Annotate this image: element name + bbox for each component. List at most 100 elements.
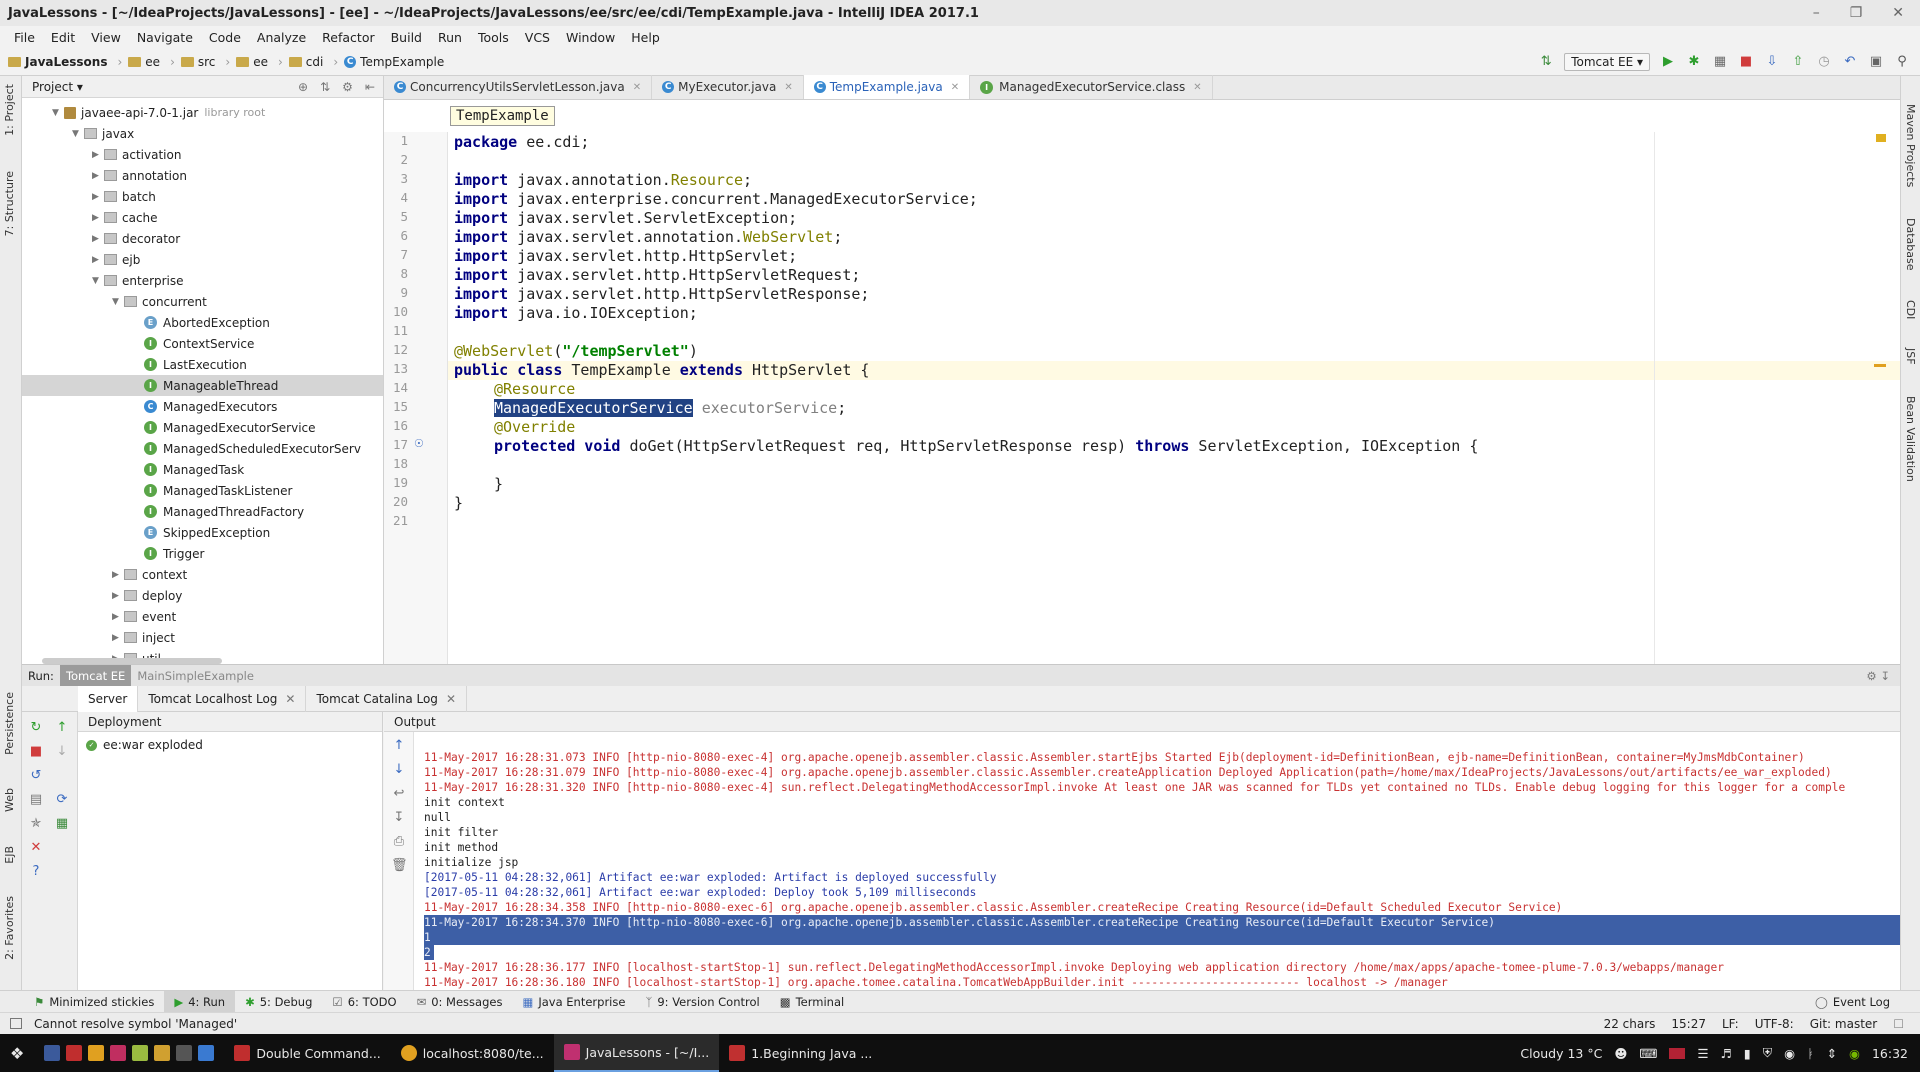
tool-event-log[interactable]: ◯ Event Log — [1805, 991, 1920, 1013]
menu-edit[interactable]: Edit — [43, 30, 83, 45]
close-tab-icon[interactable]: ✕ — [1193, 82, 1201, 93]
tab-tomcat-catalina-log[interactable]: Tomcat Catalina Log ✕ — [306, 685, 467, 712]
coverage-icon[interactable]: ▦ — [1712, 54, 1728, 70]
menu-build[interactable]: Build — [383, 30, 430, 45]
line-separator[interactable]: LF: — [1722, 1017, 1739, 1031]
tree-node[interactable]: ▼ enterprise — [92, 270, 184, 291]
tool-maven-projects[interactable]: Maven Projects — [1904, 104, 1917, 187]
clear-icon[interactable]: 🗑 — [391, 858, 408, 874]
menu-code[interactable]: Code — [201, 30, 249, 45]
code-area[interactable]: package ee.cdi; import javax.annotation.… — [454, 132, 1834, 664]
tool-web[interactable]: Web — [3, 788, 16, 812]
tree-node[interactable]: ▶ inject — [112, 627, 175, 648]
vcs-commit-icon[interactable]: ⇧ — [1790, 54, 1806, 70]
tool-jsf[interactable]: JSF — [1904, 348, 1917, 365]
tree-node[interactable]: I ManagedTask — [144, 459, 244, 480]
menu-window[interactable]: Window — [558, 30, 623, 45]
close-tab-icon[interactable]: ✕ — [784, 82, 792, 93]
language-flag-icon[interactable] — [1669, 1047, 1686, 1059]
tree-node[interactable]: ▶ activation — [92, 144, 181, 165]
tool-favorites[interactable]: 2: Favorites — [3, 896, 16, 960]
tree-node[interactable]: I Trigger — [144, 543, 204, 564]
volume-icon[interactable]: ♬ — [1721, 1046, 1732, 1061]
stop-icon[interactable]: ■ — [1738, 54, 1754, 70]
tree-node[interactable]: ▶ event — [112, 606, 176, 627]
error-stripe-marker[interactable] — [1874, 364, 1886, 367]
close-tab-icon[interactable]: ✕ — [285, 692, 295, 706]
tree-node[interactable]: I ManagedThreadFactory — [144, 501, 304, 522]
tree-node[interactable]: ▼ javaee-api-7.0-1.jar library root — [52, 102, 265, 123]
project-view-selector[interactable]: Project ▾ — [32, 80, 83, 94]
tree-node[interactable]: ▶ context — [112, 564, 187, 585]
tool-persistence[interactable]: Persistence — [3, 692, 16, 755]
restore-icon[interactable]: ❐ — [1850, 5, 1863, 21]
layout-icon[interactable]: ▤ — [28, 792, 44, 808]
tree-node[interactable]: I ContextService — [144, 333, 254, 354]
run-icon[interactable]: ▶ — [1660, 54, 1676, 70]
rerun-icon[interactable]: ↻ — [28, 720, 44, 736]
refresh-icon[interactable]: ⟳ — [54, 792, 70, 808]
tool-cdi[interactable]: CDI — [1904, 300, 1917, 319]
tool-ejb[interactable]: EJB — [3, 846, 16, 864]
breadcrumb-project[interactable]: JavaLessons — [8, 55, 111, 69]
gear-icon[interactable]: ⚙ — [342, 80, 353, 94]
class-crumb-popup[interactable]: TempExample — [450, 106, 555, 126]
breadcrumb-module[interactable]: ee — [128, 55, 164, 69]
debug-icon[interactable]: ✱ — [1686, 54, 1702, 70]
scroll-end-icon[interactable]: ↧ — [391, 810, 407, 826]
menu-analyze[interactable]: Analyze — [249, 30, 314, 45]
tree-node[interactable]: I ManagedTaskListener — [144, 480, 292, 501]
taskbar-item-browser[interactable]: localhost:8080/te... — [391, 1034, 554, 1072]
tool-debug[interactable]: ✱ 5: Debug — [235, 991, 322, 1013]
breadcrumb-src[interactable]: src — [180, 55, 220, 69]
tab-temp-example[interactable]: C TempExample.java ✕ — [803, 75, 971, 99]
tool-todo[interactable]: ☑ 6: TODO — [322, 991, 406, 1013]
artifact-icon[interactable]: ▦ — [54, 816, 70, 832]
bluetooth-icon[interactable]: ᛓ — [1807, 1046, 1815, 1061]
update-icon[interactable]: ↺ — [28, 768, 44, 784]
tree-node[interactable]: ▶ batch — [92, 186, 156, 207]
tool-minimized-stickies[interactable]: ⚑ Minimized stickies — [0, 991, 164, 1013]
tree-node[interactable]: ▼ javax — [72, 123, 134, 144]
app-launcher-icon[interactable] — [34, 1034, 224, 1072]
tool-structure[interactable]: 7: Structure — [3, 171, 16, 236]
user-icon[interactable]: ☻ — [1614, 1046, 1627, 1061]
soft-wrap-icon[interactable]: ↩ — [391, 786, 407, 802]
tab-managed-executor-service[interactable]: I ManagedExecutorService.class ✕ — [970, 75, 1213, 99]
close-tab-icon[interactable]: ✕ — [951, 82, 959, 93]
clock[interactable]: 16:32 — [1872, 1046, 1908, 1061]
taskbar-item-document[interactable]: 1.Beginning Java ... — [719, 1034, 882, 1072]
wifi-icon[interactable]: ☰ — [1697, 1046, 1708, 1061]
tree-node[interactable]: ▼ concurrent — [112, 291, 207, 312]
close-icon[interactable]: ✕ — [28, 840, 44, 856]
shield-icon[interactable]: ⛨ — [1763, 1045, 1772, 1061]
tree-node[interactable]: ▶ deploy — [112, 585, 182, 606]
tree-node[interactable]: I LastExecution — [144, 354, 247, 375]
nvidia-icon[interactable]: ◉ — [1849, 1046, 1860, 1061]
tree-node[interactable]: I ManagedScheduledExecutorServ — [144, 438, 361, 459]
tool-run[interactable]: ▶ 4: Run — [164, 990, 236, 1013]
menu-navigate[interactable]: Navigate — [129, 30, 201, 45]
run-config-tomcat-ee[interactable]: Tomcat EE — [59, 664, 132, 687]
menu-refactor[interactable]: Refactor — [314, 30, 382, 45]
file-encoding[interactable]: UTF-8: — [1755, 1017, 1794, 1031]
close-tab-icon[interactable]: ✕ — [633, 82, 641, 93]
tree-node[interactable]: I ManagedExecutorService — [144, 417, 316, 438]
breadcrumb-class[interactable]: C TempExample — [344, 55, 448, 69]
scroll-down-icon[interactable]: ↓ — [391, 762, 407, 778]
tool-database[interactable]: Database — [1904, 218, 1917, 271]
chrome-icon[interactable]: ◉ — [1784, 1046, 1795, 1061]
override-marker-icon[interactable]: ☉ — [414, 437, 424, 450]
run-config-select[interactable]: Tomcat EE ▾ — [1564, 52, 1650, 71]
tree-node[interactable]: ▶ annotation — [92, 165, 187, 186]
tab-concurrency-utils[interactable]: C ConcurrencyUtilsServletLesson.java ✕ — [384, 75, 653, 99]
close-tab-icon[interactable]: ✕ — [446, 692, 456, 706]
tool-java-enterprise[interactable]: ▦ Java Enterprise — [512, 991, 635, 1013]
project-structure-icon[interactable]: ▣ — [1868, 54, 1884, 70]
tool-bean-validation[interactable]: Bean Validation — [1904, 396, 1917, 482]
selection-chars[interactable]: 22 chars — [1604, 1017, 1656, 1031]
undeploy-icon[interactable]: ↓ — [54, 744, 70, 760]
tab-server[interactable]: Server — [78, 685, 139, 712]
vcs-history-icon[interactable]: ◷ — [1816, 54, 1832, 70]
network-icon[interactable]: ⇕ — [1827, 1046, 1837, 1061]
